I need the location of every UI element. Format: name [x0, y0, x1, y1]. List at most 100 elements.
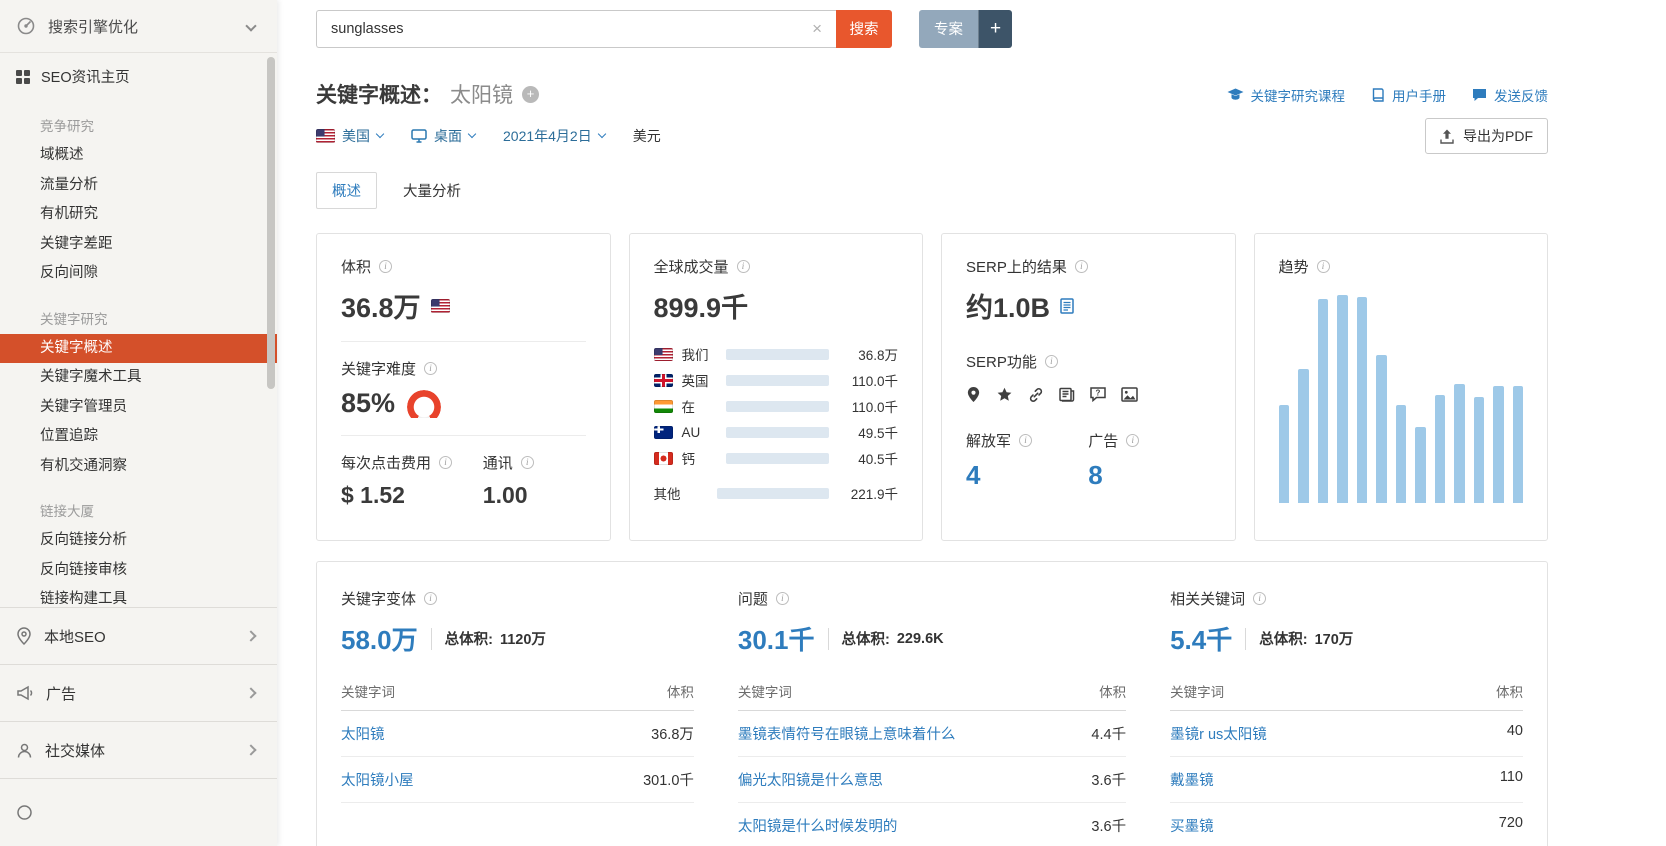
sidebar-item-seo-dashboard[interactable]: SEO资讯主页 — [0, 53, 277, 96]
column-header-volume: 体积 — [1445, 672, 1523, 711]
country-filter[interactable]: 美国 — [316, 126, 385, 146]
sidebar-toolkit-switcher[interactable]: 搜索引擎优化 — [0, 0, 277, 53]
keyword-difficulty-value: 85% — [341, 388, 396, 418]
export-pdf-button[interactable]: 导出为PDF — [1425, 118, 1548, 154]
sidebar-scrollbar[interactable] — [267, 57, 275, 389]
country-volume-row: 在 110.0千 — [653, 393, 898, 419]
search-input[interactable] — [331, 20, 807, 37]
search-button[interactable]: 搜索 — [836, 9, 892, 48]
graduation-cap-icon — [1227, 88, 1243, 100]
info-icon[interactable]: i — [736, 260, 750, 273]
people-also-ask-icon[interactable]: ? — [1090, 387, 1106, 402]
button-label: 导出为PDF — [1463, 128, 1533, 144]
questions-column: 问题 i 30.1千 总体积: 229.6K 关键字词 体积 墨镜表情符号在眼镜… — [737, 588, 1127, 846]
trend-bar — [1434, 394, 1445, 503]
sidebar-item-partial[interactable] — [0, 778, 277, 846]
user-manual-link[interactable]: 用户手册 — [1371, 85, 1446, 105]
keyword-course-link[interactable]: 关键字研究课程 — [1227, 85, 1345, 105]
info-icon[interactable]: i — [424, 592, 438, 605]
add-project-button[interactable]: + — [978, 9, 1012, 48]
competition-value: 1.00 — [482, 482, 528, 508]
info-icon[interactable]: i — [1019, 434, 1033, 447]
global-volume-label: 全球成交量 — [653, 259, 729, 276]
info-icon[interactable]: i — [424, 362, 438, 375]
country-volume-bar — [725, 348, 829, 360]
info-icon[interactable]: i — [439, 456, 453, 469]
sidebar-item-traffic-analytics[interactable]: 流量分析 — [0, 171, 277, 201]
chevron-right-icon — [245, 744, 257, 756]
sidebar-item-social-media[interactable]: 社交媒体 — [0, 721, 277, 778]
date-filter[interactable]: 2021年4月2日 — [503, 126, 606, 146]
info-icon[interactable]: i — [1316, 260, 1330, 273]
sidebar-item-backlink-analytics[interactable]: 反向链接分析 — [0, 526, 277, 556]
date-filter-label: 2021年4月2日 — [503, 128, 592, 144]
info-icon[interactable]: i — [1074, 260, 1088, 273]
send-feedback-link[interactable]: 发送反馈 — [1472, 85, 1548, 105]
difficulty-gauge-icon — [407, 390, 441, 418]
country-label: AU — [681, 424, 701, 440]
chevron-right-icon — [245, 630, 257, 642]
sidebar-item-organic-research[interactable]: 有机研究 — [0, 200, 277, 230]
clear-search-icon[interactable]: × — [806, 20, 828, 37]
info-icon[interactable]: i — [1253, 592, 1267, 605]
image-pack-icon[interactable] — [1121, 387, 1138, 402]
local-pack-icon[interactable] — [966, 386, 981, 403]
sidebar-item-keyword-magic-tool[interactable]: 关键字魔术工具 — [0, 363, 277, 393]
sidebar-item-domain-overview[interactable]: 域概述 — [0, 141, 277, 171]
tab-bulk-analysis[interactable]: 大量分析 — [388, 173, 476, 208]
volume-cell: 40 — [1445, 710, 1523, 757]
megaphone-icon — [17, 685, 33, 701]
country-volume-row: 英国 110.0千 — [653, 367, 898, 393]
device-filter[interactable]: 桌面 — [411, 126, 477, 146]
keyword-link[interactable]: 太阳镜小屋 — [341, 756, 642, 803]
chevron-down-icon — [245, 20, 257, 32]
country-volume-bar — [725, 426, 829, 438]
sidebar-item-label: 广告 — [46, 685, 77, 703]
trend-bar — [1376, 354, 1387, 503]
metric-cards-row: 体积 i 36.8万 关键字难度 i 85% 每次点击费用 i $ 1.52 通… — [316, 233, 1548, 541]
serp-counts: 解放军 i 4 广告 i 8 — [966, 430, 1211, 491]
top-stories-icon[interactable] — [1059, 387, 1075, 402]
book-icon — [1372, 88, 1384, 102]
keyword-link[interactable]: 偏光太阳镜是什么意思 — [737, 756, 1073, 803]
tab-overview[interactable]: 概述 — [316, 172, 377, 209]
sidebar-item-advertising[interactable]: 广告 — [0, 664, 277, 721]
sidebar-item-keyword-manager[interactable]: 关键字管理员 — [0, 393, 277, 423]
sidebar-item-backlink-gap[interactable]: 反向间隙 — [0, 259, 277, 289]
info-icon[interactable]: i — [775, 592, 789, 605]
keyword-ideas-card: 关键字变体 i 58.0万 总体积: 1120万 关键字词 体积 太阳镜 36.… — [316, 561, 1548, 846]
sidebar-item-keyword-gap[interactable]: 关键字差距 — [0, 230, 277, 260]
country-volume-value: 36.8万 — [858, 348, 898, 363]
keyword-link[interactable]: 墨镜表情符号在眼镜上意味着什么 — [737, 710, 1073, 757]
keyword-link[interactable]: 墨镜r us太阳镜 — [1170, 710, 1446, 757]
related-count: 5.4千 — [1170, 625, 1233, 655]
sidebar-item-position-tracking[interactable]: 位置追踪 — [0, 422, 277, 452]
sitelinks-icon[interactable] — [1028, 387, 1044, 403]
speech-bubble-icon — [1473, 89, 1486, 101]
volume-value: 36.8万 — [341, 293, 421, 323]
info-icon[interactable]: i — [1044, 355, 1058, 368]
sidebar-item-keyword-overview[interactable]: 关键字概述 — [0, 333, 277, 363]
info-icon[interactable]: i — [520, 456, 534, 469]
keyword-link[interactable]: 太阳镜是什么时候发明的 — [737, 802, 1073, 846]
india-flag-icon — [653, 399, 673, 413]
projects-button[interactable]: 专案 — [919, 9, 978, 48]
sidebar-item-organic-traffic-insights[interactable]: 有机交通洞察 — [0, 452, 277, 482]
reviews-star-icon[interactable] — [996, 387, 1013, 403]
keyword-link[interactable]: 太阳镜 — [341, 710, 642, 757]
column-header-keyword: 关键字词 — [1170, 672, 1446, 711]
country-label: 其他 — [653, 487, 681, 502]
country-volume-row: 其他 221.9千 — [654, 480, 899, 506]
keyword-link[interactable]: 戴墨镜 — [1170, 756, 1446, 803]
sidebar-item-local-seo[interactable]: 本地SEO — [0, 607, 277, 664]
volume-cell: 110 — [1445, 756, 1523, 803]
info-icon[interactable]: i — [1126, 434, 1140, 447]
export-icon — [1440, 129, 1454, 144]
info-icon[interactable]: i — [379, 260, 393, 273]
volume-cell: 3.6千 — [1072, 756, 1127, 803]
keyword-link[interactable]: 买墨镜 — [1170, 802, 1446, 846]
add-keyword-icon[interactable]: + — [522, 85, 539, 103]
table-row: 太阳镜是什么时候发明的 3.6千 — [737, 802, 1127, 846]
sidebar-item-backlink-audit[interactable]: 反向链接审核 — [0, 556, 277, 586]
trend-bar — [1473, 397, 1484, 503]
